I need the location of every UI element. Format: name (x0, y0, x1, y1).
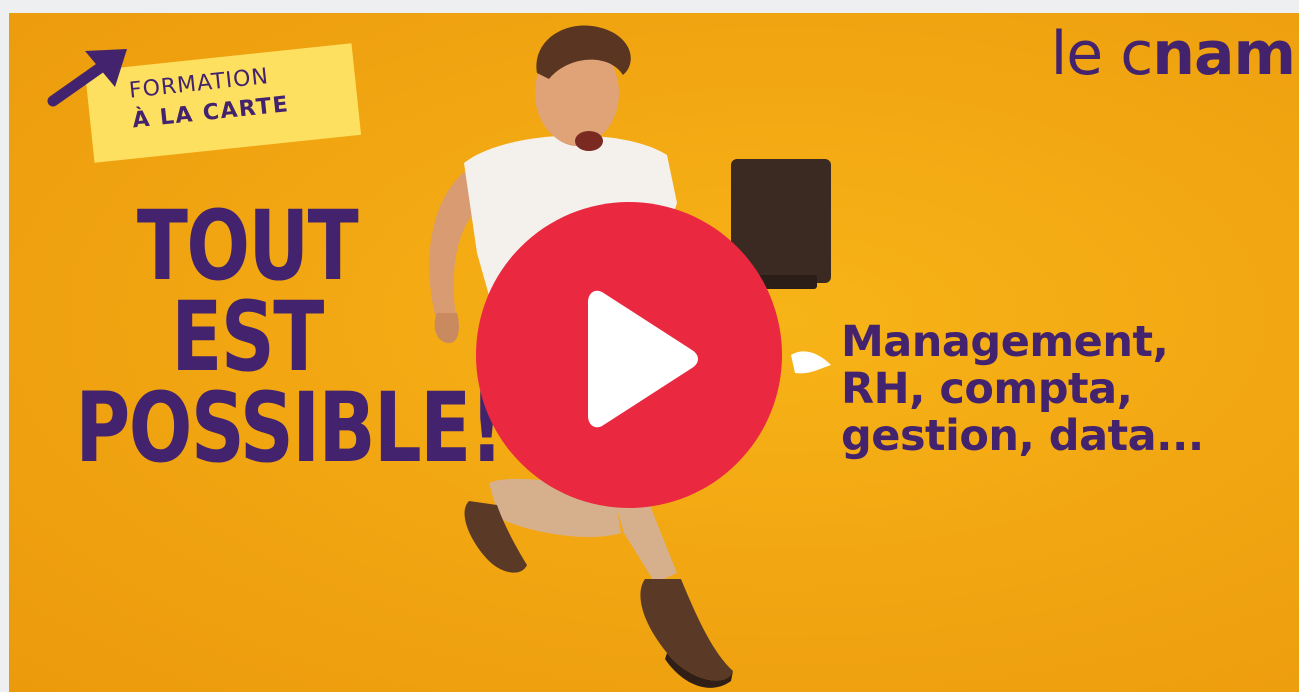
video-thumbnail[interactable]: FORMATION À LA CARTE TOUT EST POSSIBLE! … (9, 13, 1299, 692)
logo-light-text: le c (1050, 19, 1154, 89)
cnam-logo: le cnam (1050, 19, 1296, 89)
logo-bold-text: nam (1152, 19, 1296, 89)
headline: TOUT EST POSSIBLE! (27, 190, 504, 485)
headline-line-2: EST (171, 281, 324, 394)
headline-line-3: POSSIBLE! (75, 372, 504, 485)
subtitle-line-3: gestion, data... (841, 411, 1204, 461)
subtitle-line-1: Management, (841, 317, 1169, 367)
play-icon (588, 290, 698, 428)
subtitle-line-2: RH, compta, (841, 364, 1133, 414)
arrow-up-right-icon (47, 49, 127, 107)
headline-line-1: TOUT (136, 190, 359, 302)
play-button[interactable] (476, 202, 782, 508)
subtitle: Management, RH, compta, gestion, data... (841, 319, 1291, 460)
